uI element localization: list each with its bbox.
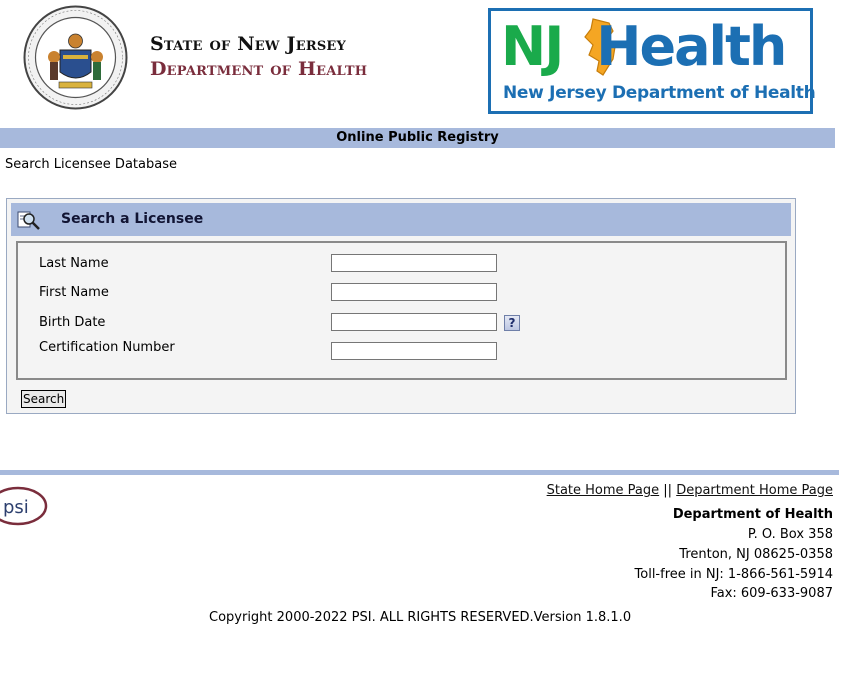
- logo-nj-text: NJ: [501, 15, 564, 78]
- nj-state-seal: [23, 5, 128, 110]
- search-panel-title: Search a Licensee: [61, 211, 204, 227]
- copyright-text: Copyright 2000-2022 PSI. ALL RIGHTS RESE…: [209, 610, 632, 625]
- registry-title-bar: Online Public Registry: [0, 128, 835, 148]
- birth-date-input[interactable]: [331, 313, 497, 331]
- department-name: Department of Health: [150, 58, 368, 80]
- state-home-link[interactable]: State Home Page: [547, 483, 660, 498]
- footer-tollfree: Toll-free in NJ: 1-866-561-5914: [634, 567, 833, 582]
- footer-fax: Fax: 609-633-9087: [710, 586, 833, 601]
- footer-city: Trenton, NJ 08625-0358: [679, 547, 833, 562]
- footer-po-box: P. O. Box 358: [747, 527, 833, 542]
- logo-subtitle: New Jersey Department of Health: [503, 83, 816, 103]
- footer-divider: [0, 470, 839, 475]
- magnifier-document-icon: [17, 209, 41, 235]
- psi-logo-text: psi: [3, 497, 29, 518]
- psi-logo: psi: [0, 485, 48, 531]
- nj-health-logo: NJ Health New Jersey Department of Health: [488, 8, 816, 114]
- link-separator: ||: [663, 483, 673, 498]
- birth-date-label: Birth Date: [39, 315, 106, 330]
- breadcrumb: Search Licensee Database: [5, 157, 177, 172]
- search-button[interactable]: Search: [21, 390, 67, 408]
- first-name-input[interactable]: [331, 283, 497, 301]
- certification-number-input[interactable]: [331, 342, 497, 360]
- first-name-label: First Name: [39, 285, 109, 300]
- last-name-input[interactable]: [331, 254, 497, 272]
- department-home-link[interactable]: Department Home Page: [676, 483, 833, 498]
- birth-date-help-icon[interactable]: ?: [504, 315, 520, 331]
- search-form: Last Name First Name Birth Date ? Certif…: [16, 241, 787, 380]
- search-panel: Search a Licensee Last Name First Name B…: [6, 198, 796, 414]
- footer-org-name: Department of Health: [672, 507, 833, 522]
- footer-links: State Home Page || Department Home Page: [547, 483, 833, 498]
- state-department-title: State of New Jersey Department of Health: [150, 32, 367, 82]
- last-name-label: Last Name: [39, 256, 109, 271]
- state-name: State of New Jersey: [150, 33, 346, 55]
- logo-health-text: Health: [596, 15, 787, 78]
- search-panel-header: Search a Licensee: [11, 203, 791, 236]
- certification-number-label: Certification Number: [39, 340, 175, 355]
